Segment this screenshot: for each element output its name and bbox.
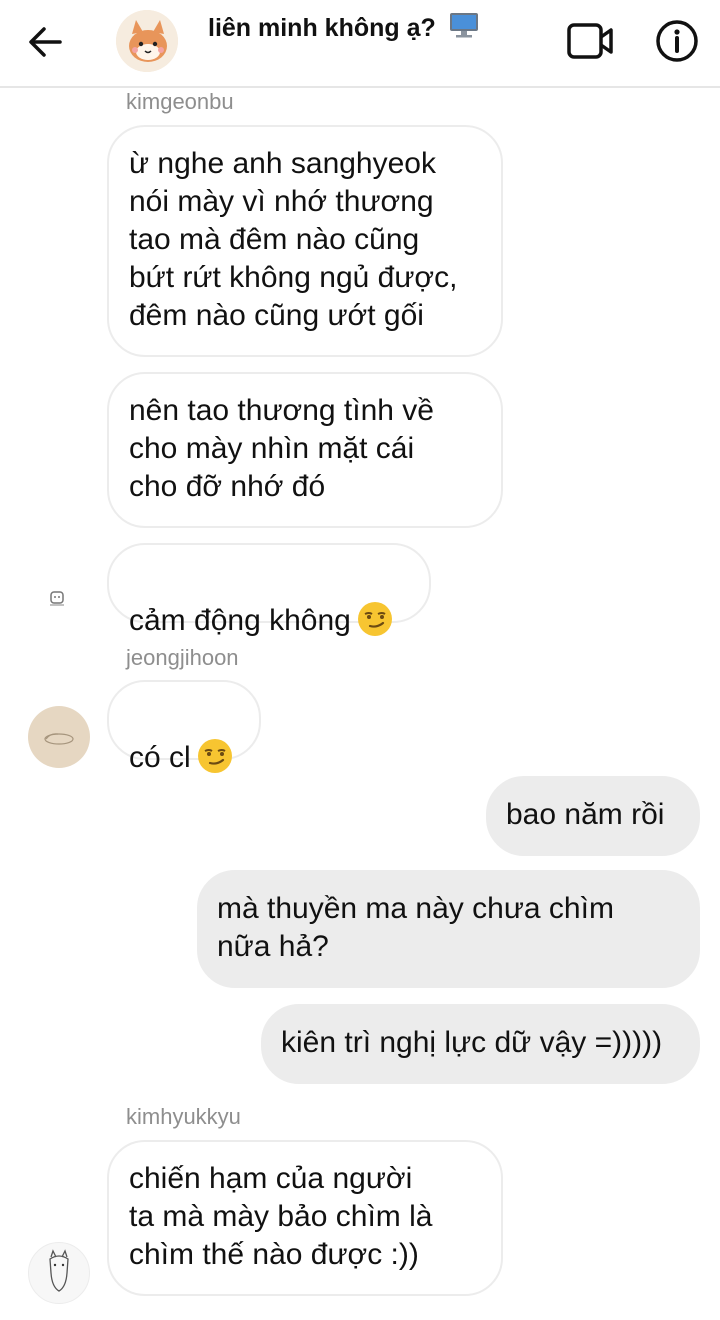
info-button[interactable] <box>654 18 700 64</box>
info-icon <box>656 20 698 62</box>
message-text: cảm động không <box>129 604 351 637</box>
arrow-left-icon <box>29 27 62 57</box>
message-bubble-outgoing[interactable]: kiên trì nghị lực dữ vậy =))))) <box>261 1004 700 1084</box>
message-bubble-outgoing[interactable]: mà thuyền ma này chưa chìm nữa hả? <box>197 870 700 988</box>
chat-title: liên minh không ạ? <box>208 12 479 45</box>
back-button[interactable] <box>24 20 72 64</box>
sender-name: kimgeonbu <box>126 89 234 114</box>
video-call-button[interactable] <box>566 20 616 62</box>
chat-header: liên minh không ạ? <box>0 0 720 88</box>
avatar[interactable] <box>28 706 90 768</box>
smirking-face-emoji <box>197 738 233 774</box>
avatar[interactable] <box>28 1242 90 1304</box>
video-camera-icon <box>567 23 613 59</box>
sender-name: kimhyukkyu <box>126 1104 241 1129</box>
message-bubble-outgoing[interactable]: bao năm rồi <box>486 776 700 856</box>
message-bubble[interactable]: có cl <box>107 680 261 774</box>
seen-indicator-avatar <box>46 586 68 608</box>
desktop-computer-icon <box>449 12 479 45</box>
group-avatar[interactable] <box>116 10 178 72</box>
message-bubble[interactable]: chiến hạm của người ta mà mày bảo chìm l… <box>107 1140 503 1296</box>
chat-title-text: liên minh không ạ? <box>208 14 436 42</box>
message-bubble[interactable]: nên tao thương tình về cho mày nhìn mặt … <box>107 372 503 528</box>
message-bubble[interactable]: cảm động không <box>107 543 431 637</box>
message-bubble[interactable]: ừ nghe anh sanghyeok nói mày vì nhớ thươ… <box>107 125 503 357</box>
sender-name: jeongjihoon <box>126 645 239 670</box>
message-text: có cl <box>129 741 191 774</box>
smirking-face-emoji <box>357 601 393 637</box>
